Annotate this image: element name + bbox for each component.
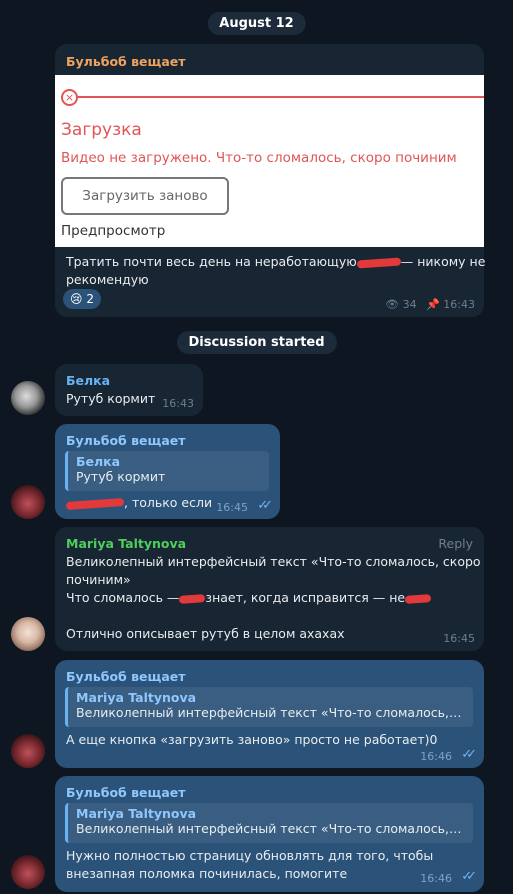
- message-sender[interactable]: Бульбоб вещает: [66, 785, 186, 800]
- reply-quote[interactable]: Mariya Taltynova Великолепный интерфейсн…: [65, 803, 473, 843]
- channel-sender[interactable]: Бульбоб вещает: [66, 54, 186, 69]
- avatar-bulbob[interactable]: [11, 855, 45, 889]
- message-belka[interactable]: Белка Рутуб кормит 16:43: [55, 364, 203, 416]
- read-checkmarks-icon: ✓✓: [257, 498, 273, 513]
- error-icon: ×: [61, 89, 78, 106]
- message-text-line1: Великолепный интерфейсный текст «Что-то …: [66, 554, 481, 569]
- message-time: 16:45: [216, 501, 248, 514]
- post-text-line2: рекомендую: [66, 272, 149, 287]
- message-bulbob-reply-1[interactable]: Бульбоб вещает Белка Рутуб кормит , толь…: [55, 424, 280, 519]
- quote-sender: Mariya Taltynova: [76, 690, 197, 705]
- message-text-line2: внезапная поломка починилась, помогите: [66, 866, 348, 881]
- message-time: 16:45: [443, 632, 475, 645]
- message-bulbob-reply-3[interactable]: Бульбоб вещает Mariya Taltynova Великоле…: [55, 776, 484, 892]
- reply-action[interactable]: Reply: [438, 536, 473, 551]
- channel-post[interactable]: Бульбоб вещает × Загрузка Видео не загру…: [55, 44, 486, 317]
- redaction-scribble: [65, 497, 125, 510]
- date-pill: August 12: [207, 12, 306, 35]
- quote-text: Великолепный интерфейсный текст «Что-то …: [76, 821, 465, 836]
- avatar-belka[interactable]: [11, 381, 45, 415]
- post-text-line1: Тратить почти весь день на неработающую —…: [66, 254, 486, 269]
- message-time: 16:46: [420, 872, 452, 885]
- crying-emoji-icon: 😢: [70, 292, 83, 306]
- eye-icon: 👁: [385, 298, 400, 311]
- pin-icon: 📌: [426, 298, 440, 311]
- avatar-bulbob[interactable]: [11, 734, 45, 768]
- message-text: А еще кнопка «загрузить заново» просто н…: [66, 732, 438, 747]
- message-text-line3: Что сломалось — знает, когда исправится —…: [66, 590, 432, 605]
- preview-label: Предпросмотр: [61, 223, 166, 239]
- avatar-mariya[interactable]: [11, 617, 45, 651]
- message-text-line2: починим»: [66, 572, 131, 587]
- quote-text: Рутуб кормит: [76, 469, 166, 484]
- read-checkmarks-icon: ✓✓: [461, 869, 477, 884]
- message-mariya[interactable]: Mariya Taltynova Reply Великолепный инте…: [55, 527, 484, 651]
- message-text: Рутуб кормит: [66, 391, 156, 406]
- redaction-scribble: [179, 593, 206, 604]
- quote-text: Великолепный интерфейсный текст «Что-то …: [76, 705, 465, 720]
- message-text-line4: Отлично описывает рутуб в целом ахахах: [66, 626, 345, 641]
- message-sender[interactable]: Бульбоб вещает: [66, 433, 186, 448]
- reply-quote[interactable]: Белка Рутуб кормит: [65, 451, 269, 491]
- message-sender[interactable]: Бульбоб вещает: [66, 669, 186, 684]
- reload-button[interactable]: Загрузить заново: [61, 177, 229, 215]
- preview-error-text: Видео не загружено. Что-то сломалось, ск…: [61, 150, 457, 166]
- video-preview[interactable]: × Загрузка Видео не загружено. Что-то сл…: [55, 75, 484, 247]
- discussion-started-pill: Discussion started: [176, 331, 337, 354]
- quote-sender: Белка: [76, 454, 121, 469]
- view-count: 34: [402, 298, 417, 311]
- preview-title: Загрузка: [61, 120, 142, 140]
- quote-sender: Mariya Taltynova: [76, 806, 197, 821]
- redaction-scribble: [356, 256, 401, 269]
- reaction-count: 2: [86, 292, 94, 306]
- message-text-line1: Нужно полностью страницу обновлять для т…: [66, 848, 434, 863]
- message-time: 16:43: [162, 397, 194, 410]
- message-bulbob-reply-2[interactable]: Бульбоб вещает Mariya Taltynova Великоле…: [55, 660, 484, 768]
- reply-quote[interactable]: Mariya Taltynova Великолепный интерфейсн…: [65, 687, 473, 727]
- message-time: 16:46: [420, 750, 452, 763]
- message-text: , только если: [65, 495, 212, 510]
- redaction-scribble: [404, 593, 432, 604]
- avatar-bulbob[interactable]: [11, 485, 45, 519]
- message-sender[interactable]: Mariya Taltynova: [66, 536, 186, 551]
- reaction-chip[interactable]: 😢 2: [63, 289, 101, 309]
- message-sender[interactable]: Белка: [66, 373, 110, 388]
- read-checkmarks-icon: ✓✓: [461, 747, 477, 762]
- error-line: [77, 96, 484, 98]
- post-meta: 👁 34 📌 16:43: [385, 298, 475, 311]
- post-time: 16:43: [443, 298, 475, 311]
